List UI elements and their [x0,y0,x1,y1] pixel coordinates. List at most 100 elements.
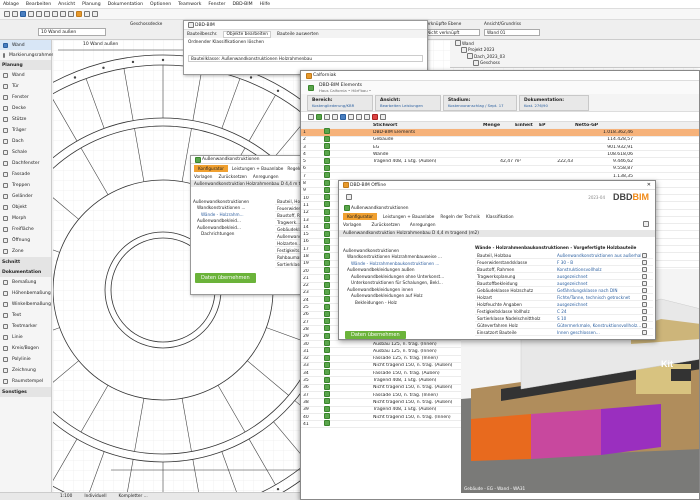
menu-dbd-bim[interactable]: DBD-BIM [232,2,252,7]
menu-planung[interactable]: Planung [82,2,101,7]
zuruecksetzen-button[interactable]: Zurücksetzen [218,174,246,179]
menu-optionen[interactable]: Optionen [150,2,171,7]
tb-icon[interactable] [372,113,378,120]
tool-treppen[interactable]: Treppen [0,180,51,191]
anregungen-button[interactable]: Anregungen [410,222,436,227]
palette-head-schnitt[interactable]: Schnitt [0,257,51,267]
tool-arrow[interactable]: Wand [0,40,51,50]
tool-decke[interactable]: Decke [0,103,51,114]
tab-klassifikation[interactable]: Klassifikation [486,214,514,219]
tool-kreis-bogen[interactable]: Kreis/Bogen [0,343,51,354]
tab-auswerten[interactable]: Bauteile auswerten [277,32,319,37]
tab-regeln[interactable]: Regeln der Technik [440,214,480,219]
col-netto[interactable]: Netto-GP [573,123,633,128]
zoom-icon[interactable] [92,11,98,17]
tb-icon[interactable] [308,113,314,120]
dokumentation-tile[interactable]: Dokumentation: Kost. 276/90 [519,94,589,111]
vorlagen-button[interactable]: Vorlagen [194,174,212,179]
tb-icon[interactable] [348,113,354,120]
prop-row[interactable]: Feuerwiderstandsklasse F 30 - B [475,259,653,266]
tool-linie[interactable]: Linie [0,332,51,343]
new-icon[interactable] [4,11,10,17]
nav-item[interactable]: Geschoss [450,59,700,67]
apply-data-button[interactable]: Daten übernehmen [345,331,406,339]
tb-icon[interactable] [364,113,370,120]
info-layer-combo[interactable]: 10 Wand außen [38,28,106,36]
tool-wand[interactable]: Wand [0,70,51,81]
apply-data-button[interactable]: Daten übernehmen [195,273,256,283]
col-stichwort[interactable]: Stichwort [371,123,481,128]
menu-teamwork[interactable]: Teamwork [178,2,201,7]
layers-icon[interactable] [84,11,90,17]
tab-objekte[interactable]: Objekte bearbeiten [223,30,271,38]
tool-objekt[interactable]: Objekt [0,202,51,213]
copy-icon[interactable] [60,11,66,17]
tool-fassade[interactable]: Fassade [0,169,51,180]
tool-textmarker[interactable]: Textmarker [0,321,51,332]
tool-fenster[interactable]: Fenster [0,92,51,103]
palette-head-planung[interactable]: Planung [0,60,51,70]
edit-icon[interactable] [642,259,647,265]
tool-winkelbemaßung[interactable]: Winkelbemaßung [0,299,51,310]
tool-polylinie[interactable]: Polylinie [0,354,51,365]
tb-icon[interactable] [332,113,338,120]
menu-bearbeiten[interactable]: Bearbeiten [26,2,51,7]
dbd-small-line[interactable]: Bauteilklasse: Außenwandkonstruktionen H… [188,55,423,62]
edit-icon[interactable] [642,315,647,321]
prop-row[interactable]: Baustoff, Rahmen Konstruktionsvollholz [475,266,653,273]
edit-icon[interactable] [642,252,647,258]
edit-icon[interactable] [642,287,647,293]
undo-icon[interactable] [28,11,34,17]
tab-leistungen[interactable]: Leistungen + Bauanlabe [232,166,283,171]
tb-icon[interactable] [324,113,330,120]
col-ep[interactable]: EP [537,123,573,128]
close-icon[interactable]: ✕ [647,182,651,188]
menu-hilfe[interactable]: Hilfe [260,2,270,7]
prop-row[interactable]: Bauteil, Holzbau Außenwandkonstruktionen … [475,252,653,259]
tool-stütze[interactable]: Stütze [0,114,51,125]
col-menge[interactable]: Menge [481,123,513,128]
edit-icon[interactable] [642,294,647,300]
tool-tür[interactable]: Tür [0,81,51,92]
zuruecksetzen-button[interactable]: Zurücksetzen [371,222,399,227]
anregungen-button[interactable]: Anregungen [253,174,279,179]
prop-row[interactable]: Baustoffbekleidung ausgezeichnet [475,280,653,287]
tree-item[interactable]: Dachrichtungen [193,231,271,238]
tree-item[interactable]: Bekleidungen - Holz [343,299,471,306]
prop-row[interactable]: Einsatzort Bauteile Innen geschlossen... [475,329,653,336]
menu-ablage[interactable]: Ablage [3,2,19,7]
col-einheit[interactable]: Einheit [513,123,537,128]
menu-fenster[interactable]: Fenster [208,2,225,7]
3d-icon[interactable] [76,11,82,17]
tb-icon[interactable] [316,113,322,120]
info-combo-wall[interactable]: Wand 01 [484,29,540,36]
scale-readout[interactable]: 1:100 [60,494,72,499]
open-icon[interactable] [12,11,18,17]
save-icon[interactable] [20,11,26,17]
prop-row[interactable]: Holzart Fichte/Tanne, technisch getrockne… [475,294,653,301]
tb-icon[interactable] [380,113,386,120]
edit-icon[interactable] [642,329,647,335]
tool-text[interactable]: Text [0,310,51,321]
tool-träger[interactable]: Träger [0,125,51,136]
tool-zeichnung[interactable]: Zeichnung [0,365,51,376]
cut-icon[interactable] [52,11,58,17]
redo-icon[interactable] [36,11,42,17]
tab-konfigurator[interactable]: Konfigurator [343,212,377,220]
tool-höhenbemaßung[interactable]: Höhenbemaßung [0,288,51,299]
tool-marquee[interactable]: Markierungsrahmen [0,50,54,60]
paste-icon[interactable] [68,11,74,17]
tool-schale[interactable]: Schale [0,147,51,158]
vorlagen-button[interactable]: Vorlagen [343,222,361,227]
stadium-tile[interactable]: Stadium: Kostenvoranschlag / Sept. 17 [443,94,517,111]
palette-head-dokumentation[interactable]: Dokumentation [0,267,51,277]
edit-icon[interactable] [642,280,647,286]
prop-row[interactable]: Holzfeuchte Angaben ausgezeichnet [475,301,653,308]
settings-gear-icon[interactable] [643,221,649,227]
tb-icon[interactable] [356,113,362,120]
menu-ansicht[interactable]: Ansicht [58,2,75,7]
prop-row[interactable]: Sortierklasse Nadelschnittholz S 10 [475,315,653,322]
edit-icon[interactable] [642,273,647,279]
status-readout[interactable]: Kompletter ... [119,494,148,499]
tool-dachfenster[interactable]: Dachfenster [0,158,51,169]
